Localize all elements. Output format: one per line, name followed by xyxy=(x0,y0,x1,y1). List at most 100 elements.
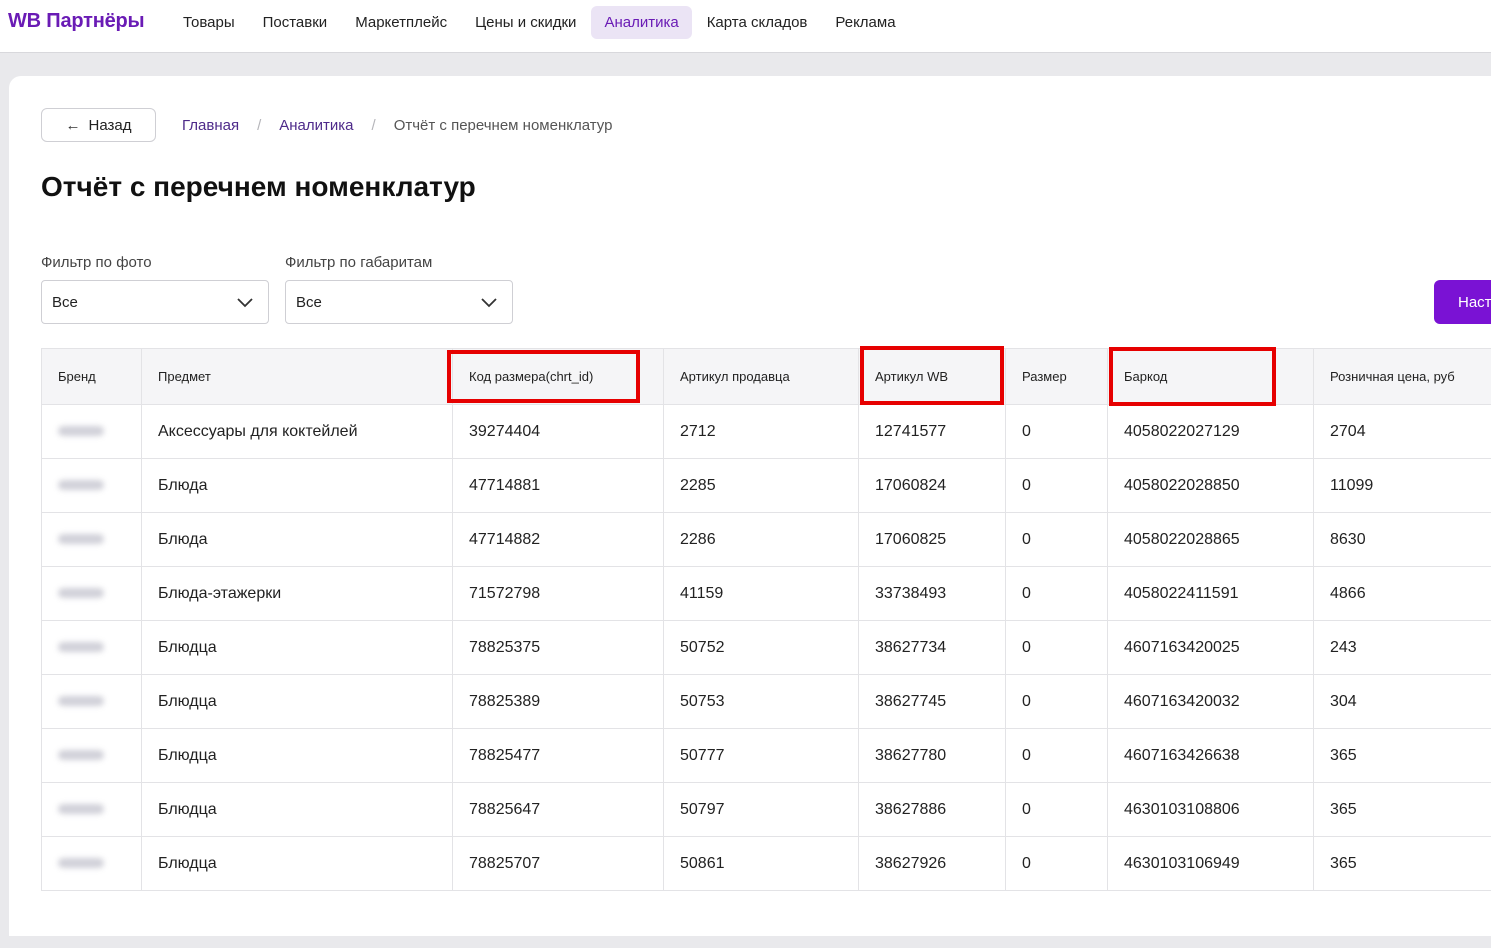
cell-brand xyxy=(42,567,142,621)
cell-size: 0 xyxy=(1006,675,1108,729)
cell-brand xyxy=(42,837,142,891)
column-header-size[interactable]: Размер xyxy=(1006,349,1108,405)
column-header-seller-article[interactable]: Артикул продавца xyxy=(664,349,859,405)
cell-seller-article: 50753 xyxy=(664,675,859,729)
blurred-brand-placeholder xyxy=(58,426,104,436)
cell-barcode: 4630103106949 xyxy=(1108,837,1314,891)
table-row[interactable]: Блюда47714882228617060825040580220288658… xyxy=(42,513,1491,567)
cell-retail-price: 8630 xyxy=(1314,513,1491,567)
nav-item-prices[interactable]: Цены и скидки xyxy=(462,6,589,39)
cell-wb-article: 38627886 xyxy=(859,783,1006,837)
cell-wb-article: 38627780 xyxy=(859,729,1006,783)
cell-barcode: 4607163426638 xyxy=(1108,729,1314,783)
table-row[interactable]: Блюдца7882570750861386279260463010310694… xyxy=(42,837,1491,891)
cell-subject: Блюда xyxy=(142,513,453,567)
cell-seller-article: 50797 xyxy=(664,783,859,837)
cell-size: 0 xyxy=(1006,783,1108,837)
cell-chrt-id: 39274404 xyxy=(453,405,664,459)
cell-chrt-id: 78825389 xyxy=(453,675,664,729)
table-row[interactable]: Блюда-этажерки71572798411593373849304058… xyxy=(42,567,1491,621)
arrow-left-icon: ← xyxy=(66,117,81,134)
cell-retail-price: 2704 xyxy=(1314,405,1491,459)
cell-chrt-id: 78825477 xyxy=(453,729,664,783)
cell-chrt-id: 78825375 xyxy=(453,621,664,675)
cell-barcode: 4058022027129 xyxy=(1108,405,1314,459)
table-row[interactable]: Блюдца7882564750797386278860463010310880… xyxy=(42,783,1491,837)
top-navigation-bar: WB Партнёры Товары Поставки Маркетплейс … xyxy=(0,0,1491,53)
cell-chrt-id: 78825647 xyxy=(453,783,664,837)
size-filter-select[interactable]: Все xyxy=(285,280,513,324)
chevron-down-icon xyxy=(480,294,498,312)
cell-subject: Блюдца xyxy=(142,621,453,675)
cell-retail-price: 4866 xyxy=(1314,567,1491,621)
cell-seller-article: 41159 xyxy=(664,567,859,621)
cell-brand xyxy=(42,459,142,513)
app-logo[interactable]: WB Партнёры xyxy=(8,10,144,33)
cell-wb-article: 17060824 xyxy=(859,459,1006,513)
size-filter-label: Фильтр по габаритам xyxy=(285,254,432,271)
cell-barcode: 4607163420032 xyxy=(1108,675,1314,729)
column-header-chrt-id[interactable]: Код размера(chrt_id) xyxy=(453,349,664,405)
blurred-brand-placeholder xyxy=(58,534,104,544)
cell-size: 0 xyxy=(1006,567,1108,621)
blurred-brand-placeholder xyxy=(58,750,104,760)
cell-retail-price: 365 xyxy=(1314,783,1491,837)
table-row[interactable]: Аксессуары для коктейлей3927440427121274… xyxy=(42,405,1491,459)
cell-wb-article: 38627745 xyxy=(859,675,1006,729)
cell-subject: Блюдца xyxy=(142,783,453,837)
table-row[interactable]: Блюдца7882537550752386277340460716342002… xyxy=(42,621,1491,675)
breadcrumb-home[interactable]: Главная xyxy=(182,117,239,134)
cell-brand xyxy=(42,405,142,459)
cell-chrt-id: 47714881 xyxy=(453,459,664,513)
table-row[interactable]: Блюдца7882538950753386277450460716342003… xyxy=(42,675,1491,729)
nav-item-supplies[interactable]: Поставки xyxy=(250,6,341,39)
back-button[interactable]: ← Назад xyxy=(41,108,156,142)
breadcrumb-separator: / xyxy=(372,117,376,134)
nav-item-warehouse-map[interactable]: Карта складов xyxy=(694,6,821,39)
page-title: Отчёт с перечнем номенклатур xyxy=(41,171,476,203)
blurred-brand-placeholder xyxy=(58,696,104,706)
cell-barcode: 4058022411591 xyxy=(1108,567,1314,621)
table-header-row: Бренд Предмет Код размера(chrt_id) Артик… xyxy=(42,349,1491,405)
cell-wb-article: 12741577 xyxy=(859,405,1006,459)
cell-retail-price: 304 xyxy=(1314,675,1491,729)
cell-chrt-id: 78825707 xyxy=(453,837,664,891)
cell-barcode: 4630103108806 xyxy=(1108,783,1314,837)
column-header-barcode[interactable]: Баркод xyxy=(1108,349,1314,405)
cell-wb-article: 38627926 xyxy=(859,837,1006,891)
column-header-wb-article[interactable]: Артикул WB xyxy=(859,349,1006,405)
breadcrumb: Главная / Аналитика / Отчёт с перечнем н… xyxy=(182,117,612,134)
settings-button[interactable]: Наст xyxy=(1434,280,1491,324)
nav-item-advertising[interactable]: Реклама xyxy=(822,6,908,39)
column-header-brand[interactable]: Бренд xyxy=(42,349,142,405)
table-row[interactable]: Блюда47714881228517060824040580220288501… xyxy=(42,459,1491,513)
nav-item-goods[interactable]: Товары xyxy=(170,6,248,39)
cell-size: 0 xyxy=(1006,513,1108,567)
nav-item-marketplace[interactable]: Маркетплейс xyxy=(342,6,460,39)
cell-seller-article: 50861 xyxy=(664,837,859,891)
cell-size: 0 xyxy=(1006,729,1108,783)
cell-brand xyxy=(42,513,142,567)
blurred-brand-placeholder xyxy=(58,588,104,598)
blurred-brand-placeholder xyxy=(58,858,104,868)
cell-barcode: 4058022028865 xyxy=(1108,513,1314,567)
main-nav: Товары Поставки Маркетплейс Цены и скидк… xyxy=(170,4,911,40)
breadcrumb-separator: / xyxy=(257,117,261,134)
chevron-down-icon xyxy=(236,294,254,312)
cell-seller-article: 50752 xyxy=(664,621,859,675)
column-header-retail-price[interactable]: Розничная цена, руб xyxy=(1314,349,1491,405)
cell-barcode: 4607163420025 xyxy=(1108,621,1314,675)
cell-brand xyxy=(42,729,142,783)
cell-seller-article: 50777 xyxy=(664,729,859,783)
nav-item-analytics[interactable]: Аналитика xyxy=(591,6,691,39)
breadcrumb-analytics[interactable]: Аналитика xyxy=(279,117,353,134)
cell-size: 0 xyxy=(1006,405,1108,459)
blurred-brand-placeholder xyxy=(58,480,104,490)
cell-retail-price: 365 xyxy=(1314,837,1491,891)
table-row[interactable]: Блюдца7882547750777386277800460716342663… xyxy=(42,729,1491,783)
nomenclature-table-container[interactable]: Бренд Предмет Код размера(chrt_id) Артик… xyxy=(41,348,1491,948)
photo-filter-select[interactable]: Все xyxy=(41,280,269,324)
photo-filter-label: Фильтр по фото xyxy=(41,254,152,271)
column-header-subject[interactable]: Предмет xyxy=(142,349,453,405)
cell-seller-article: 2286 xyxy=(664,513,859,567)
